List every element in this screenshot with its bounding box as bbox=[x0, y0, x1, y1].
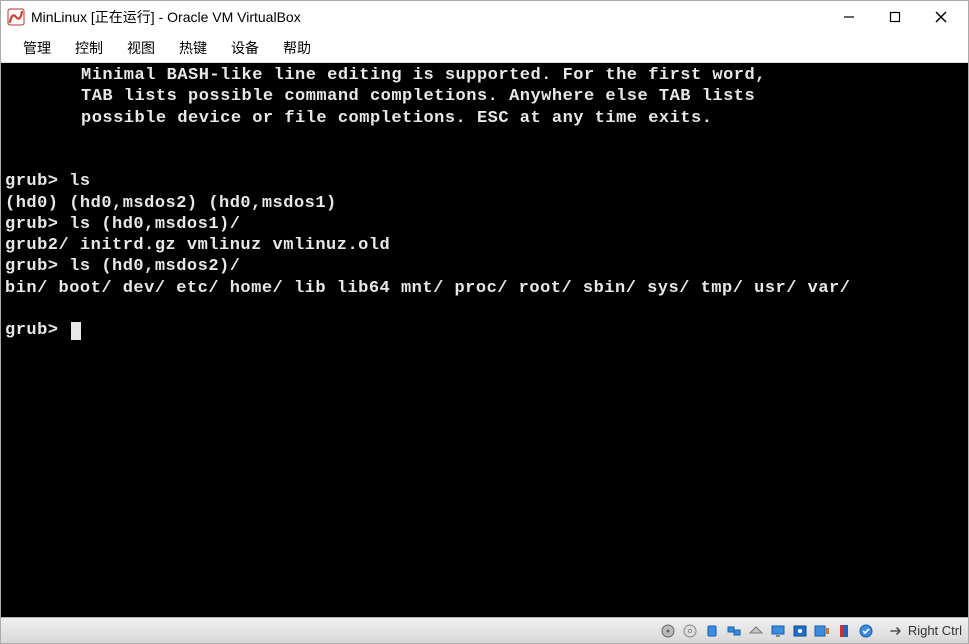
menubar: 管理 控制 视图 热键 设备 帮助 bbox=[1, 33, 968, 63]
console-intro-line: TAB lists possible command completions. … bbox=[5, 86, 964, 107]
status-icons bbox=[658, 622, 876, 640]
menu-devices[interactable]: 设备 bbox=[219, 34, 271, 62]
console-output-line: grub2/ initrd.gz vmlinuz vmlinuz.old bbox=[5, 236, 390, 255]
console-intro-line: Minimal BASH-like line editing is suppor… bbox=[5, 65, 964, 86]
grub-prompt-line: grub> ls bbox=[5, 172, 91, 191]
menu-control[interactable]: 控制 bbox=[63, 34, 115, 62]
console-output-line: bin/ boot/ dev/ etc/ home/ lib lib64 mnt… bbox=[5, 279, 850, 298]
statusbar: Right Ctrl bbox=[1, 617, 968, 643]
minimize-button[interactable] bbox=[826, 1, 872, 33]
network-icon[interactable] bbox=[724, 622, 744, 640]
grub-prompt-line: grub> ls (hd0,msdos2)/ bbox=[5, 257, 240, 276]
menu-view[interactable]: 视图 bbox=[115, 34, 167, 62]
hostkey-arrow-icon bbox=[888, 623, 904, 639]
display-icon[interactable] bbox=[768, 622, 788, 640]
hard-disk-icon[interactable] bbox=[658, 622, 678, 640]
grub-prompt-line: grub> bbox=[5, 321, 69, 340]
virtualbox-icon bbox=[7, 8, 25, 26]
mouse-integration-icon[interactable] bbox=[834, 622, 854, 640]
window-controls bbox=[826, 1, 964, 33]
menu-manage[interactable]: 管理 bbox=[11, 34, 63, 62]
usb-icon[interactable] bbox=[702, 622, 722, 640]
hostkey-label: Right Ctrl bbox=[908, 623, 962, 638]
window-title: MinLinux [正在运行] - Oracle VM VirtualBox bbox=[31, 7, 826, 27]
text-cursor bbox=[71, 322, 81, 340]
maximize-button[interactable] bbox=[872, 1, 918, 33]
grub-prompt-line: grub> ls (hd0,msdos1)/ bbox=[5, 215, 240, 234]
optical-disk-icon[interactable] bbox=[680, 622, 700, 640]
audio-icon[interactable] bbox=[812, 622, 832, 640]
recording-icon[interactable] bbox=[790, 622, 810, 640]
menu-help[interactable]: 帮助 bbox=[271, 34, 323, 62]
console-intro-line: possible device or file completions. ESC… bbox=[5, 108, 964, 129]
shared-folder-icon[interactable] bbox=[746, 622, 766, 640]
console-output-line: (hd0) (hd0,msdos2) (hd0,msdos1) bbox=[5, 194, 337, 213]
close-button[interactable] bbox=[918, 1, 964, 33]
menu-hotkeys[interactable]: 热键 bbox=[167, 34, 219, 62]
hostkey-indicator[interactable]: Right Ctrl bbox=[882, 623, 962, 639]
vm-console[interactable]: Minimal BASH-like line editing is suppor… bbox=[1, 63, 968, 617]
window-titlebar: MinLinux [正在运行] - Oracle VM VirtualBox bbox=[1, 1, 968, 33]
keyboard-capture-icon[interactable] bbox=[856, 622, 876, 640]
